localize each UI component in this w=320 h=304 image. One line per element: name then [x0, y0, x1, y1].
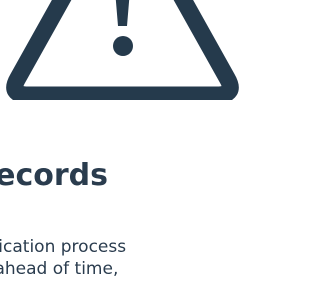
- body-line-1: pplication process: [0, 237, 127, 257]
- body-line-2: re ahead of time,: [0, 259, 119, 279]
- exclamation-bar: [115, 0, 130, 26]
- warning-icon: [6, 0, 239, 100]
- section-title: Records: [0, 158, 108, 193]
- section-body: pplication process re ahead of time,: [0, 236, 245, 280]
- content-viewport: Records pplication process re ahead of t…: [0, 0, 245, 304]
- exclamation-dot: [113, 36, 133, 56]
